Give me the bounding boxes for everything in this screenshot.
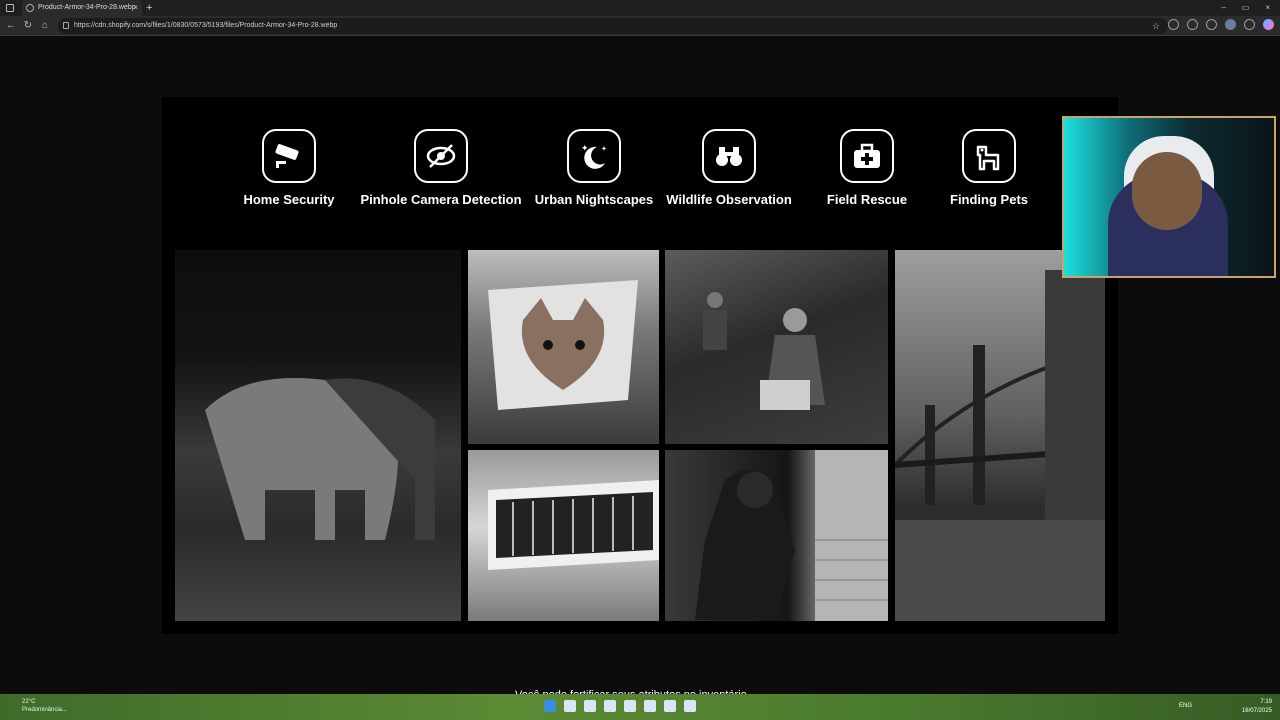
system-tray: ENG 7:19 16/07/2025 — [1179, 698, 1272, 716]
tab-title: Product-Armor-34-Pro-28.webp — [38, 4, 136, 11]
split-screen-icon[interactable] — [1187, 19, 1198, 30]
photo-cat — [468, 250, 659, 444]
home-icon[interactable]: ⌂ — [38, 19, 52, 33]
windows-taskbar: 22°C Predominância... ENG 7:19 16/07/202… — [0, 694, 1280, 720]
feature-home-security: Home Security — [204, 129, 374, 207]
weather-widget[interactable]: 22°C Predominância... — [22, 698, 67, 714]
dog-icon — [962, 129, 1016, 183]
product-image: Home Security Pinhole Camera Detection ✦… — [162, 97, 1118, 634]
profile-avatar[interactable] — [1225, 19, 1236, 30]
photo-bridge-city — [895, 250, 1105, 621]
chrome-icon[interactable] — [684, 700, 696, 712]
tab-product-image[interactable]: Product-Armor-34-Pro-28.webp × — [22, 0, 142, 16]
favorites-icon[interactable] — [1206, 19, 1217, 30]
feature-finding-pets: Finding Pets — [904, 129, 1074, 207]
url-text: https://cdn.shopify.com/s/files/1/0830/0… — [74, 22, 338, 29]
sidebar-toggle-icon[interactable] — [6, 4, 14, 12]
maximize-button[interactable]: ▭ — [1242, 0, 1250, 16]
photo-burglar — [665, 450, 888, 621]
taskbar-apps — [544, 700, 696, 712]
photo-elephants — [175, 250, 461, 621]
eye-slash-icon — [414, 129, 468, 183]
feature-label: Finding Pets — [950, 192, 1028, 207]
windows-start-icon[interactable] — [544, 700, 556, 712]
feature-pinhole-detection: Pinhole Camera Detection — [356, 129, 526, 207]
weather-desc: Predominância... — [22, 707, 68, 713]
language-indicator[interactable]: ENG — [1179, 702, 1192, 711]
globe-icon — [26, 4, 34, 12]
edge-icon[interactable] — [664, 700, 676, 712]
svg-text:✦: ✦ — [601, 145, 607, 153]
search-icon[interactable] — [564, 700, 576, 712]
clock-date[interactable]: 16/07/2025 — [1242, 707, 1272, 716]
extension-icons — [1168, 19, 1274, 30]
spotify-icon[interactable] — [584, 700, 596, 712]
settings-more-icon[interactable] — [1244, 19, 1255, 30]
discord-icon[interactable] — [604, 700, 616, 712]
clock-time[interactable]: 7:19 — [1242, 698, 1272, 707]
webcam-overlay — [1062, 116, 1276, 278]
new-tab-button[interactable]: + — [146, 0, 152, 16]
tab-strip: Product-Armor-34-Pro-28.webp × + – ▭ × — [0, 0, 1280, 16]
moon-stars-icon: ✦ ✦ — [567, 129, 621, 183]
close-tab-icon[interactable]: × — [133, 0, 138, 16]
reload-icon[interactable]: ↻ — [21, 19, 35, 33]
feature-label: Pinhole Camera Detection — [360, 192, 522, 207]
address-bar[interactable]: https://cdn.shopify.com/s/files/1/0830/0… — [58, 18, 1168, 34]
browser-toolbar: ← ↻ ⌂ https://cdn.shopify.com/s/files/1/… — [0, 16, 1280, 36]
binoculars-icon — [702, 129, 756, 183]
feature-label: Home Security — [243, 192, 335, 207]
window-controls: – ▭ × — [1221, 0, 1270, 16]
svg-text:✦: ✦ — [581, 144, 589, 154]
bookmark-star-icon[interactable]: ☆ — [1152, 18, 1160, 34]
obs-icon[interactable] — [644, 700, 656, 712]
refresh-extension-icon[interactable] — [1168, 19, 1179, 30]
minimize-button[interactable]: – — [1221, 0, 1225, 16]
weather-temp: 22°C — [22, 699, 36, 705]
steam-icon[interactable] — [624, 700, 636, 712]
streamer-head — [1132, 152, 1202, 230]
security-camera-icon — [262, 129, 316, 183]
back-arrow-icon[interactable]: ← — [4, 19, 18, 33]
lock-icon — [63, 22, 69, 29]
first-aid-kit-icon — [840, 129, 894, 183]
photo-field-rescue — [665, 250, 888, 444]
page-viewport: Home Security Pinhole Camera Detection ✦… — [0, 37, 1280, 694]
close-window-button[interactable]: × — [1265, 0, 1270, 16]
photo-air-vent — [468, 450, 659, 621]
copilot-icon[interactable] — [1263, 19, 1274, 30]
